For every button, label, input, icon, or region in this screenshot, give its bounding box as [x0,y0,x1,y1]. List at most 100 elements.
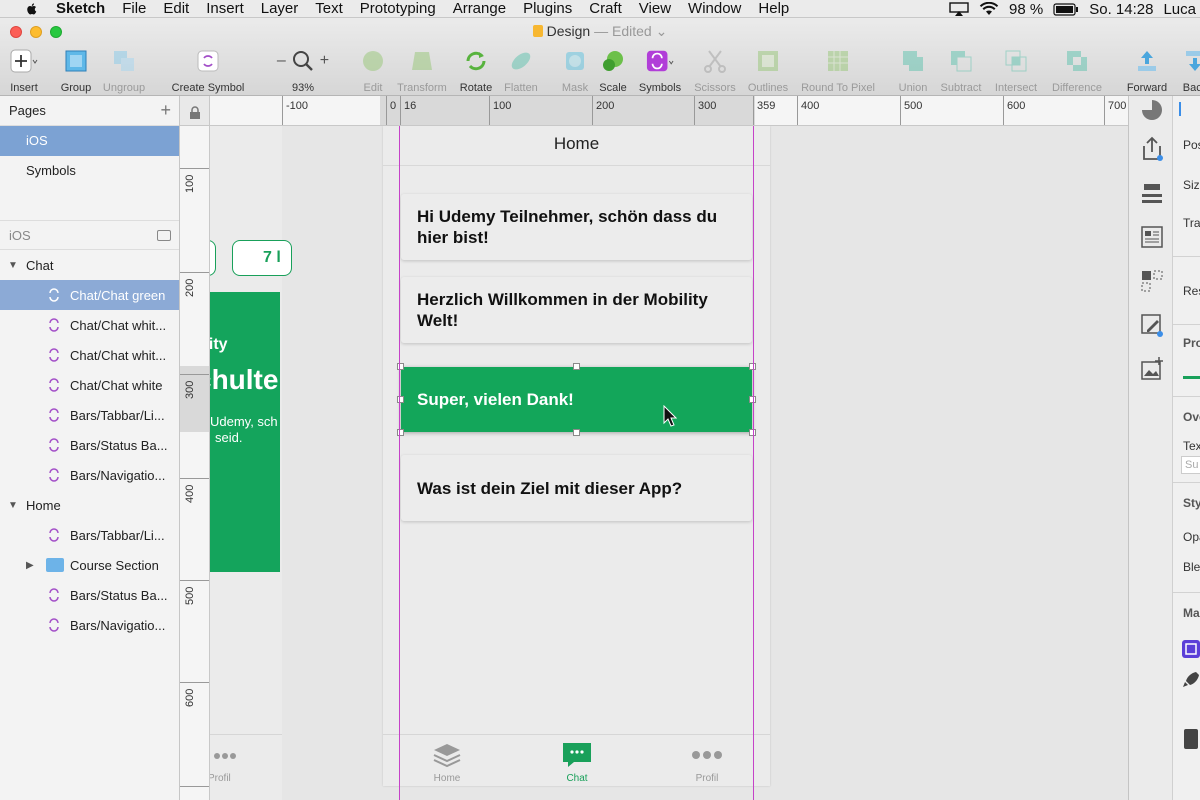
artboard-home[interactable]: Home Hi Udemy Teilnehmer, schön dass du … [383,126,770,786]
disclosure-open-icon[interactable]: ▼ [8,260,26,271]
rocket-icon[interactable] [1181,670,1200,690]
lock-icon[interactable] [189,106,201,120]
chevron-down-icon[interactable]: ⌄ [656,23,668,39]
device-icon[interactable] [1181,728,1200,750]
edit-path-icon[interactable] [1139,312,1165,338]
menu-insert[interactable]: Insert [206,0,244,18]
resize-handle[interactable] [573,429,580,436]
menu-help[interactable]: Help [758,0,789,18]
menu-craft[interactable]: Craft [589,0,622,18]
course-card[interactable]: ility chulte Udemy, schseid. [210,292,280,572]
horizontal-ruler[interactable]: -100 0 16 100 200 300 359 400 500 600 70… [210,96,1128,126]
menubar-user[interactable]: Luca [1163,1,1196,18]
position-label: Pos [1183,138,1200,152]
disclosure-open-icon[interactable]: ▼ [8,500,26,511]
layer-item[interactable]: Bars/Tabbar/Li... [0,520,179,550]
chat-bubble[interactable]: Was ist dein Ziel mit dieser App? [401,455,752,521]
menu-layer[interactable]: Layer [261,0,299,18]
layer-group-chat[interactable]: ▼ Chat [0,250,179,280]
export-icon[interactable] [1139,136,1165,162]
round-to-pixel-button[interactable]: Round To Pixel [801,48,875,94]
page-ios[interactable]: iOS [0,126,179,156]
menubar-status: 98 % So. 14:28 Luca [949,0,1200,18]
layer-item[interactable]: Chat/Chat whit... [0,340,179,370]
plugin-icon[interactable] [1181,639,1200,659]
layout-guide[interactable] [399,126,400,800]
battery-icon[interactable] [1053,2,1079,16]
layer-item[interactable]: Bars/Navigatio... [0,460,179,490]
layer-item-folder[interactable]: ▶ Course Section [0,550,179,580]
canvas[interactable]: 7 l ility chulte Udemy, schseid. Profil … [210,126,1128,800]
tab-home[interactable]: Home [407,735,487,784]
menu-plugins[interactable]: Plugins [523,0,572,18]
layer-item[interactable]: Bars/Navigatio... [0,610,179,640]
resize-handle[interactable] [573,363,580,370]
pill-button[interactable] [210,240,216,276]
grid-icon[interactable] [1139,268,1165,294]
layer-item[interactable]: Chat/Chat whit... [0,310,179,340]
ruler-tick: -100 [282,96,308,125]
zoom-in-button[interactable]: + [320,52,329,70]
menubar-clock[interactable]: So. 14:28 [1089,1,1153,18]
union-label: Union [898,82,928,94]
chat-bubble[interactable]: Herzlich Willkommen in der Mobility Welt… [401,277,752,343]
tab-label: Profil [695,773,719,784]
disclosure-closed-icon[interactable]: ▶ [26,560,34,571]
menu-prototyping[interactable]: Prototyping [360,0,436,18]
layer-group-home[interactable]: ▼ Home [0,490,179,520]
symbol-instance-icon [49,318,59,332]
airplay-icon[interactable] [949,2,969,16]
ungroup-button[interactable]: Ungroup [88,48,160,94]
zoom-out-button[interactable]: – [277,52,286,70]
text-layout-icon[interactable] [1139,224,1165,250]
outlines-button[interactable]: Outlines [732,48,804,94]
wifi-icon[interactable] [979,2,999,16]
menu-view[interactable]: View [639,0,671,18]
menu-file[interactable]: File [122,0,146,18]
chat-bubble-selected[interactable]: Super, vielen Dank! [401,367,752,432]
symbol-instance-icon [49,288,59,302]
menu-app[interactable]: Sketch [56,0,105,18]
ruler-tick: 0 [386,96,396,125]
ruler-tick: 200 [180,272,209,297]
add-page-icon[interactable]: + [160,100,171,121]
divider [1173,592,1200,593]
chat-bubble[interactable]: Hi Udemy Teilnehmer, schön dass du hier … [401,194,752,260]
menu-edit[interactable]: Edit [163,0,189,18]
layer-item[interactable]: Bars/Status Ba... [0,430,179,460]
align-icon[interactable] [1139,180,1165,206]
subtract-icon [947,48,975,74]
zoom-control[interactable]: – + 93% [267,48,339,94]
layer-item[interactable]: Chat/Chat white [0,370,179,400]
tab-profil[interactable]: Profil [667,735,747,784]
pie-icon[interactable] [1140,98,1164,122]
backward-button[interactable]: Back [1159,48,1200,94]
tab-chat[interactable]: Chat [537,735,617,784]
ruler-tick: 600 [1003,96,1025,125]
pill-button[interactable]: 7 l [232,240,292,276]
page-symbols[interactable]: Symbols [0,156,179,186]
layer-item[interactable]: Bars/Status Ba... [0,580,179,610]
menu-window[interactable]: Window [688,0,741,18]
layer-item[interactable]: Bars/Tabbar/Li... [0,400,179,430]
menu-arrange[interactable]: Arrange [453,0,506,18]
add-image-icon[interactable] [1139,356,1165,382]
difference-button[interactable]: Difference [1041,48,1113,94]
ruler-tick: 500 [180,580,209,605]
zoom-icons: – + [268,48,338,74]
artboard-partial[interactable]: 7 l ility chulte Udemy, schseid. Profil [210,126,292,800]
layer-item[interactable]: Chat/Chat green [0,280,179,310]
layout-guide[interactable] [753,126,754,800]
prototype-link-indicator[interactable] [1183,376,1200,379]
menu-text[interactable]: Text [315,0,343,18]
vertical-ruler[interactable]: 100 200 300 400 500 600 0 [180,126,210,800]
create-symbol-button[interactable]: Create Symbol [172,48,244,94]
apple-icon[interactable] [22,2,42,16]
symbol-instance-icon [49,588,59,602]
layer-label: Chat/Chat whit... [70,347,167,363]
overrides-label: Ove [1183,410,1200,424]
ruler-tick-label: 300 [184,380,196,399]
collapse-layers-icon[interactable] [157,230,171,241]
text-override-input[interactable]: Su [1181,456,1200,474]
difference-label: Difference [1052,82,1102,94]
